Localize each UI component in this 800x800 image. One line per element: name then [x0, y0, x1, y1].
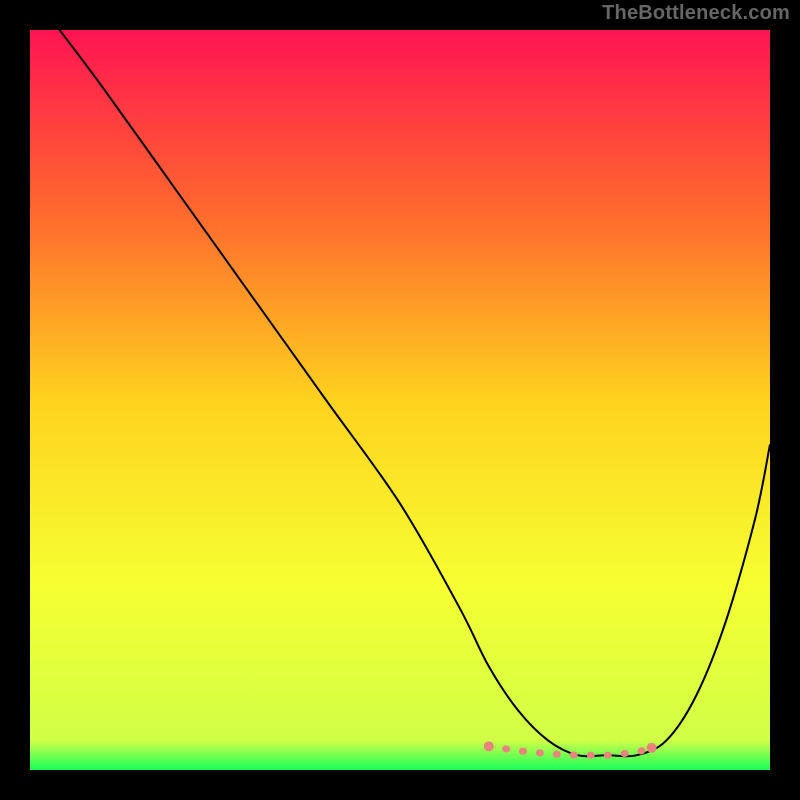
- chart-svg: [30, 30, 770, 770]
- watermark-text: TheBottleneck.com: [602, 2, 790, 25]
- chart-plot-area: [30, 30, 770, 770]
- optimal-range-endpoint: [484, 741, 494, 751]
- optimal-range-endpoint: [647, 743, 657, 753]
- chart-stage: TheBottleneck.com: [0, 0, 800, 800]
